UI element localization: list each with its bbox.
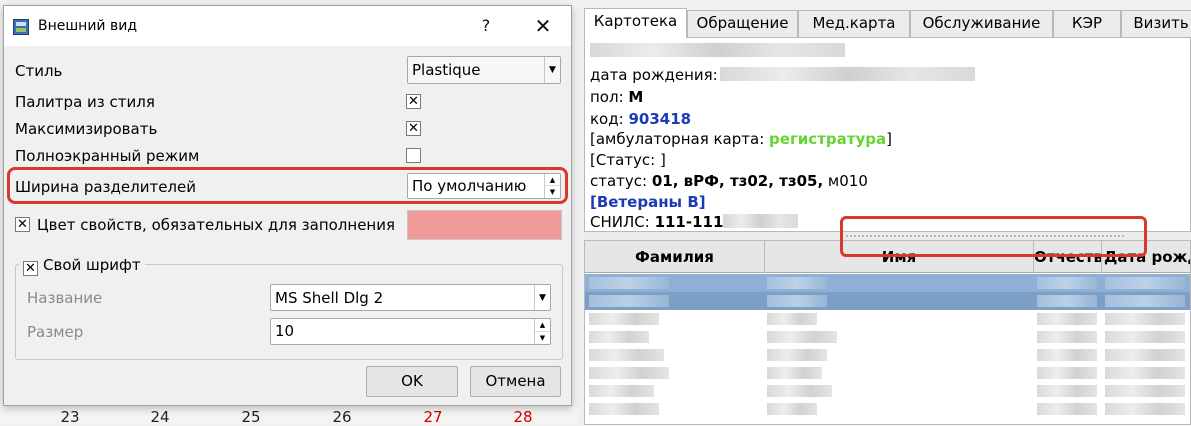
appearance-dialog: Внешний вид ? ✕ Стиль Plastique ▼ Палитр… (3, 5, 572, 406)
tab-obrashchenie[interactable]: Обращение (687, 10, 798, 37)
table-row[interactable] (585, 382, 1190, 400)
dialog-title: Внешний вид (38, 18, 138, 34)
column-header-surname[interactable]: Фамилия (585, 241, 765, 273)
status-line: статус: 01, вРФ, тз02, тз05, м010 (590, 172, 868, 190)
patient-card: дата рождения: пол: М код: 903418 [амбул… (584, 37, 1191, 232)
status-values: 01, вРФ, тз02, тз05, (651, 172, 824, 190)
chevron-down-icon: ▼ (544, 57, 560, 83)
veterans-line: [Ветераны В] (590, 193, 706, 211)
tab-medkarta[interactable]: Мед.карта (798, 10, 910, 37)
required-color-checkbox[interactable]: ✕ (15, 217, 30, 232)
splitter-highlight-annotation (840, 216, 1147, 257)
table-row[interactable] (585, 346, 1190, 364)
font-name-label: Название (27, 289, 103, 307)
calendar-day-weekend[interactable]: 27 (413, 408, 453, 426)
required-color-swatch[interactable] (407, 210, 562, 240)
calendar-day[interactable]: 26 (322, 408, 362, 426)
chevron-down-icon: ▼ (534, 285, 550, 310)
palette-label: Палитра из стиля (15, 93, 155, 111)
calendar-day[interactable]: 23 (50, 408, 90, 426)
status-bracket-line: [Статус: ] (590, 151, 666, 169)
font-groupbox (15, 264, 563, 360)
font-size-spinbox[interactable]: 10 ▲ ▼ (270, 318, 551, 345)
calendar-day[interactable]: 24 (140, 408, 180, 426)
calendar-day-weekend[interactable]: 28 (503, 408, 543, 426)
snils-line: СНИЛС: 111-111 (590, 213, 799, 231)
cancel-button[interactable]: Отмена (470, 366, 561, 397)
calendar-day[interactable]: 25 (231, 408, 271, 426)
tab-vizity[interactable]: Визить (1121, 10, 1191, 37)
app-icon (13, 19, 29, 35)
font-name-combo[interactable]: MS Shell Dlg 2 ▼ (270, 284, 551, 311)
calendar-days-row: 23 24 25 26 27 28 (0, 406, 578, 426)
spin-up-icon[interactable]: ▲ (535, 319, 550, 332)
code-line: код: 903418 (590, 110, 692, 128)
maximize-checkbox[interactable]: ✕ (406, 121, 421, 136)
amb-card-value: регистратура (769, 130, 887, 148)
spin-down-icon[interactable]: ▼ (535, 332, 550, 345)
style-combo[interactable]: Plastique ▼ (407, 56, 561, 84)
patient-name-redacted (590, 42, 845, 60)
ok-button[interactable]: OK (366, 366, 458, 397)
sex-line: пол: М (590, 88, 644, 106)
custom-font-checkbox[interactable]: ✕ (23, 261, 38, 276)
table-row[interactable] (585, 274, 1190, 292)
tab-ker[interactable]: КЭР (1053, 10, 1121, 37)
palette-checkbox[interactable]: ✕ (406, 94, 421, 109)
font-group-title: ✕ Свой шрифт (19, 256, 145, 276)
style-label: Стиль (15, 62, 63, 80)
help-icon[interactable]: ? (474, 15, 498, 37)
required-color-label: Цвет свойств, обязательных для заполнени… (37, 216, 396, 234)
birth-date-line: дата рождения: (590, 66, 975, 84)
dialog-titlebar[interactable]: Внешний вид ? ✕ (4, 6, 571, 46)
fullscreen-label: Полноэкранный режим (15, 147, 200, 165)
sex-value: М (628, 88, 644, 106)
table-row[interactable] (585, 292, 1190, 310)
code-value: 903418 (628, 110, 692, 128)
splitter-row-highlight-annotation (7, 167, 568, 204)
close-icon[interactable]: ✕ (531, 15, 555, 37)
table-row[interactable] (585, 400, 1190, 418)
table-row[interactable] (585, 310, 1190, 328)
patient-panel: Картотека Обращение Мед.карта Обслуживан… (578, 0, 1191, 425)
table-row[interactable] (585, 328, 1190, 346)
table-row[interactable] (585, 364, 1190, 382)
font-size-label: Размер (27, 323, 84, 341)
spin-buttons: ▲ ▼ (534, 319, 550, 344)
maximize-label: Максимизировать (15, 120, 158, 138)
patient-grid: Фамилия Имя Отчество Дата рожд (584, 240, 1191, 425)
amb-card-line: [амбулаторная карта: регистратура] (590, 130, 892, 148)
tab-kartoteka[interactable]: Картотека (584, 8, 687, 38)
snils-value: 111-111 (654, 213, 724, 231)
tab-obsluzhivanie[interactable]: Обслуживание (910, 10, 1053, 37)
fullscreen-checkbox[interactable] (406, 148, 421, 163)
